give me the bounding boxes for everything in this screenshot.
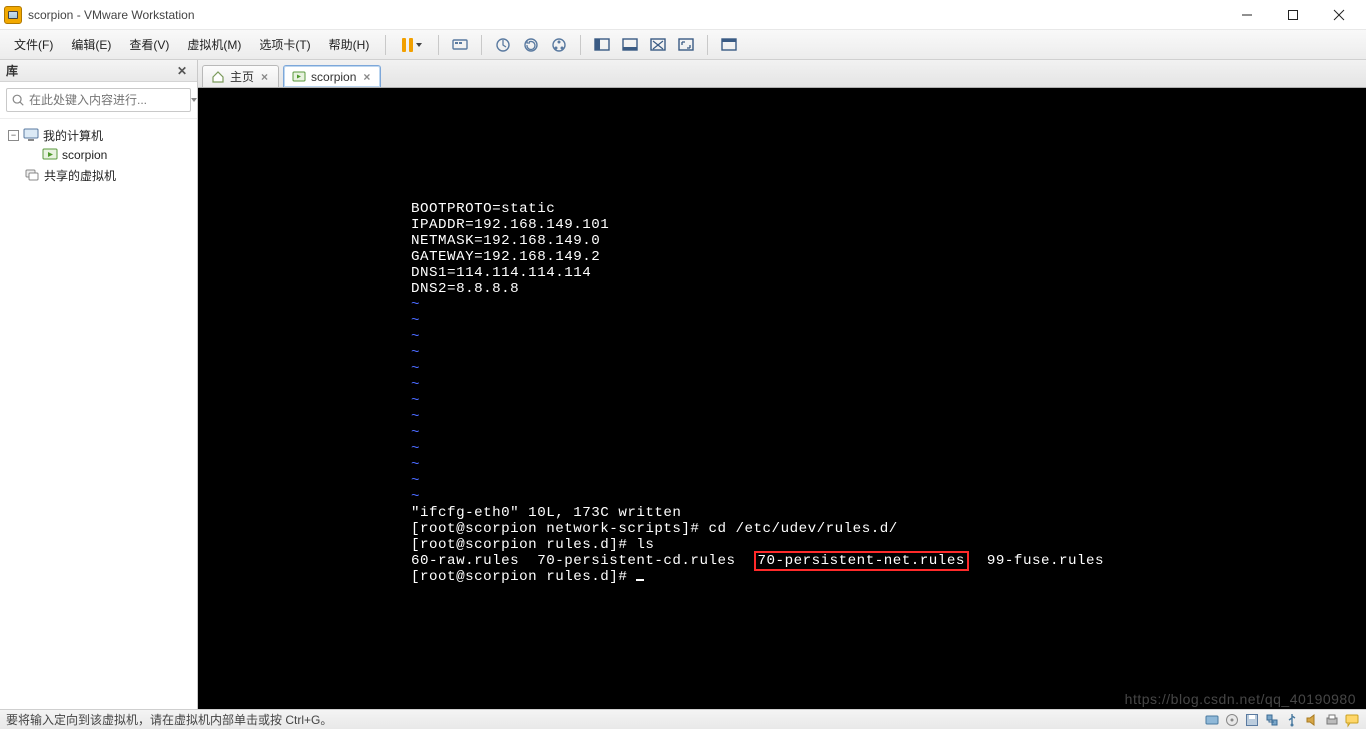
printer-icon[interactable] xyxy=(1324,712,1340,728)
app-icon xyxy=(4,6,22,24)
view-library-button[interactable] xyxy=(716,33,742,57)
pause-button[interactable] xyxy=(394,33,430,57)
statusbar: 要将输入定向到该虚拟机，请在虚拟机内部单击或按 Ctrl+G。 xyxy=(0,709,1366,729)
tab-home[interactable]: 主页 × xyxy=(202,65,279,87)
menu-help[interactable]: 帮助(H) xyxy=(321,32,378,57)
content-area: 主页 × scorpion × BOOTPROTO=static IPADDR=… xyxy=(198,60,1366,709)
message-icon[interactable] xyxy=(1344,712,1360,728)
close-button[interactable] xyxy=(1316,0,1362,30)
menu-tabs[interactable]: 选项卡(T) xyxy=(251,32,318,57)
snapshot-revert-button[interactable] xyxy=(518,33,544,57)
device-tray xyxy=(1204,712,1360,728)
view-stretch-button[interactable] xyxy=(645,33,671,57)
search-icon xyxy=(11,93,25,107)
tab-label: scorpion xyxy=(311,70,356,84)
tree-item-scorpion[interactable]: scorpion xyxy=(4,145,193,165)
tree-collapse-icon[interactable]: − xyxy=(8,130,19,141)
cursor xyxy=(636,579,644,581)
window-title: scorpion - VMware Workstation xyxy=(28,8,195,22)
view-console-button[interactable] xyxy=(589,33,615,57)
menubar: 文件(F) 编辑(E) 查看(V) 虚拟机(M) 选项卡(T) 帮助(H) xyxy=(0,30,1366,60)
tab-close-button[interactable]: × xyxy=(259,70,270,84)
snapshot-take-button[interactable] xyxy=(490,33,516,57)
menu-file[interactable]: 文件(F) xyxy=(6,32,61,57)
library-tree: − 我的计算机 scorpion 共享的虚拟机 xyxy=(0,119,197,709)
menu-edit[interactable]: 编辑(E) xyxy=(63,32,119,57)
snapshot-manager-button[interactable] xyxy=(546,33,572,57)
vm-running-icon xyxy=(42,148,58,162)
menu-vm[interactable]: 虚拟机(M) xyxy=(179,32,249,57)
statusbar-hint: 要将输入定向到该虚拟机，请在虚拟机内部单击或按 Ctrl+G。 xyxy=(6,711,332,728)
vm-console[interactable]: BOOTPROTO=static IPADDR=192.168.149.101 … xyxy=(198,88,1366,709)
tab-label: 主页 xyxy=(230,68,254,85)
search-dropdown-icon[interactable] xyxy=(191,98,197,102)
tab-scorpion[interactable]: scorpion × xyxy=(283,65,381,87)
menu-view[interactable]: 查看(V) xyxy=(121,32,177,57)
sidebar-title: 库 xyxy=(6,62,18,79)
minimize-button[interactable] xyxy=(1224,0,1270,30)
sidebar-header: 库 ✕ xyxy=(0,60,197,82)
tree-label: 我的计算机 xyxy=(43,127,103,144)
tree-label: scorpion xyxy=(62,148,107,162)
home-icon xyxy=(211,70,225,84)
sidebar: 库 ✕ − 我的计算机 scorpion xyxy=(0,60,198,709)
titlebar: scorpion - VMware Workstation xyxy=(0,0,1366,30)
vm-running-icon xyxy=(292,70,306,84)
cdrom-icon[interactable] xyxy=(1224,712,1240,728)
sound-icon[interactable] xyxy=(1304,712,1320,728)
disk-icon[interactable] xyxy=(1204,712,1220,728)
tab-close-button[interactable]: × xyxy=(361,70,372,84)
usb-icon[interactable] xyxy=(1284,712,1300,728)
search-input[interactable] xyxy=(25,93,188,107)
tree-item-my-computer[interactable]: − 我的计算机 xyxy=(4,125,193,145)
computer-icon xyxy=(23,128,39,142)
tree-item-shared-vms[interactable]: 共享的虚拟机 xyxy=(4,165,193,185)
tabstrip: 主页 × scorpion × xyxy=(198,60,1366,88)
terminal-output: BOOTPROTO=static IPADDR=192.168.149.101 … xyxy=(411,201,1366,585)
send-ctrlaltdel-button[interactable] xyxy=(447,33,473,57)
shared-vm-icon xyxy=(24,168,40,182)
view-fullscreen-button[interactable] xyxy=(673,33,699,57)
tree-label: 共享的虚拟机 xyxy=(44,167,116,184)
view-unity-button[interactable] xyxy=(617,33,643,57)
network-icon[interactable] xyxy=(1264,712,1280,728)
highlight-box: 70-persistent-net.rules xyxy=(754,551,969,571)
sidebar-close-button[interactable]: ✕ xyxy=(173,64,191,78)
search-box[interactable] xyxy=(6,88,191,112)
maximize-button[interactable] xyxy=(1270,0,1316,30)
floppy-icon[interactable] xyxy=(1244,712,1260,728)
